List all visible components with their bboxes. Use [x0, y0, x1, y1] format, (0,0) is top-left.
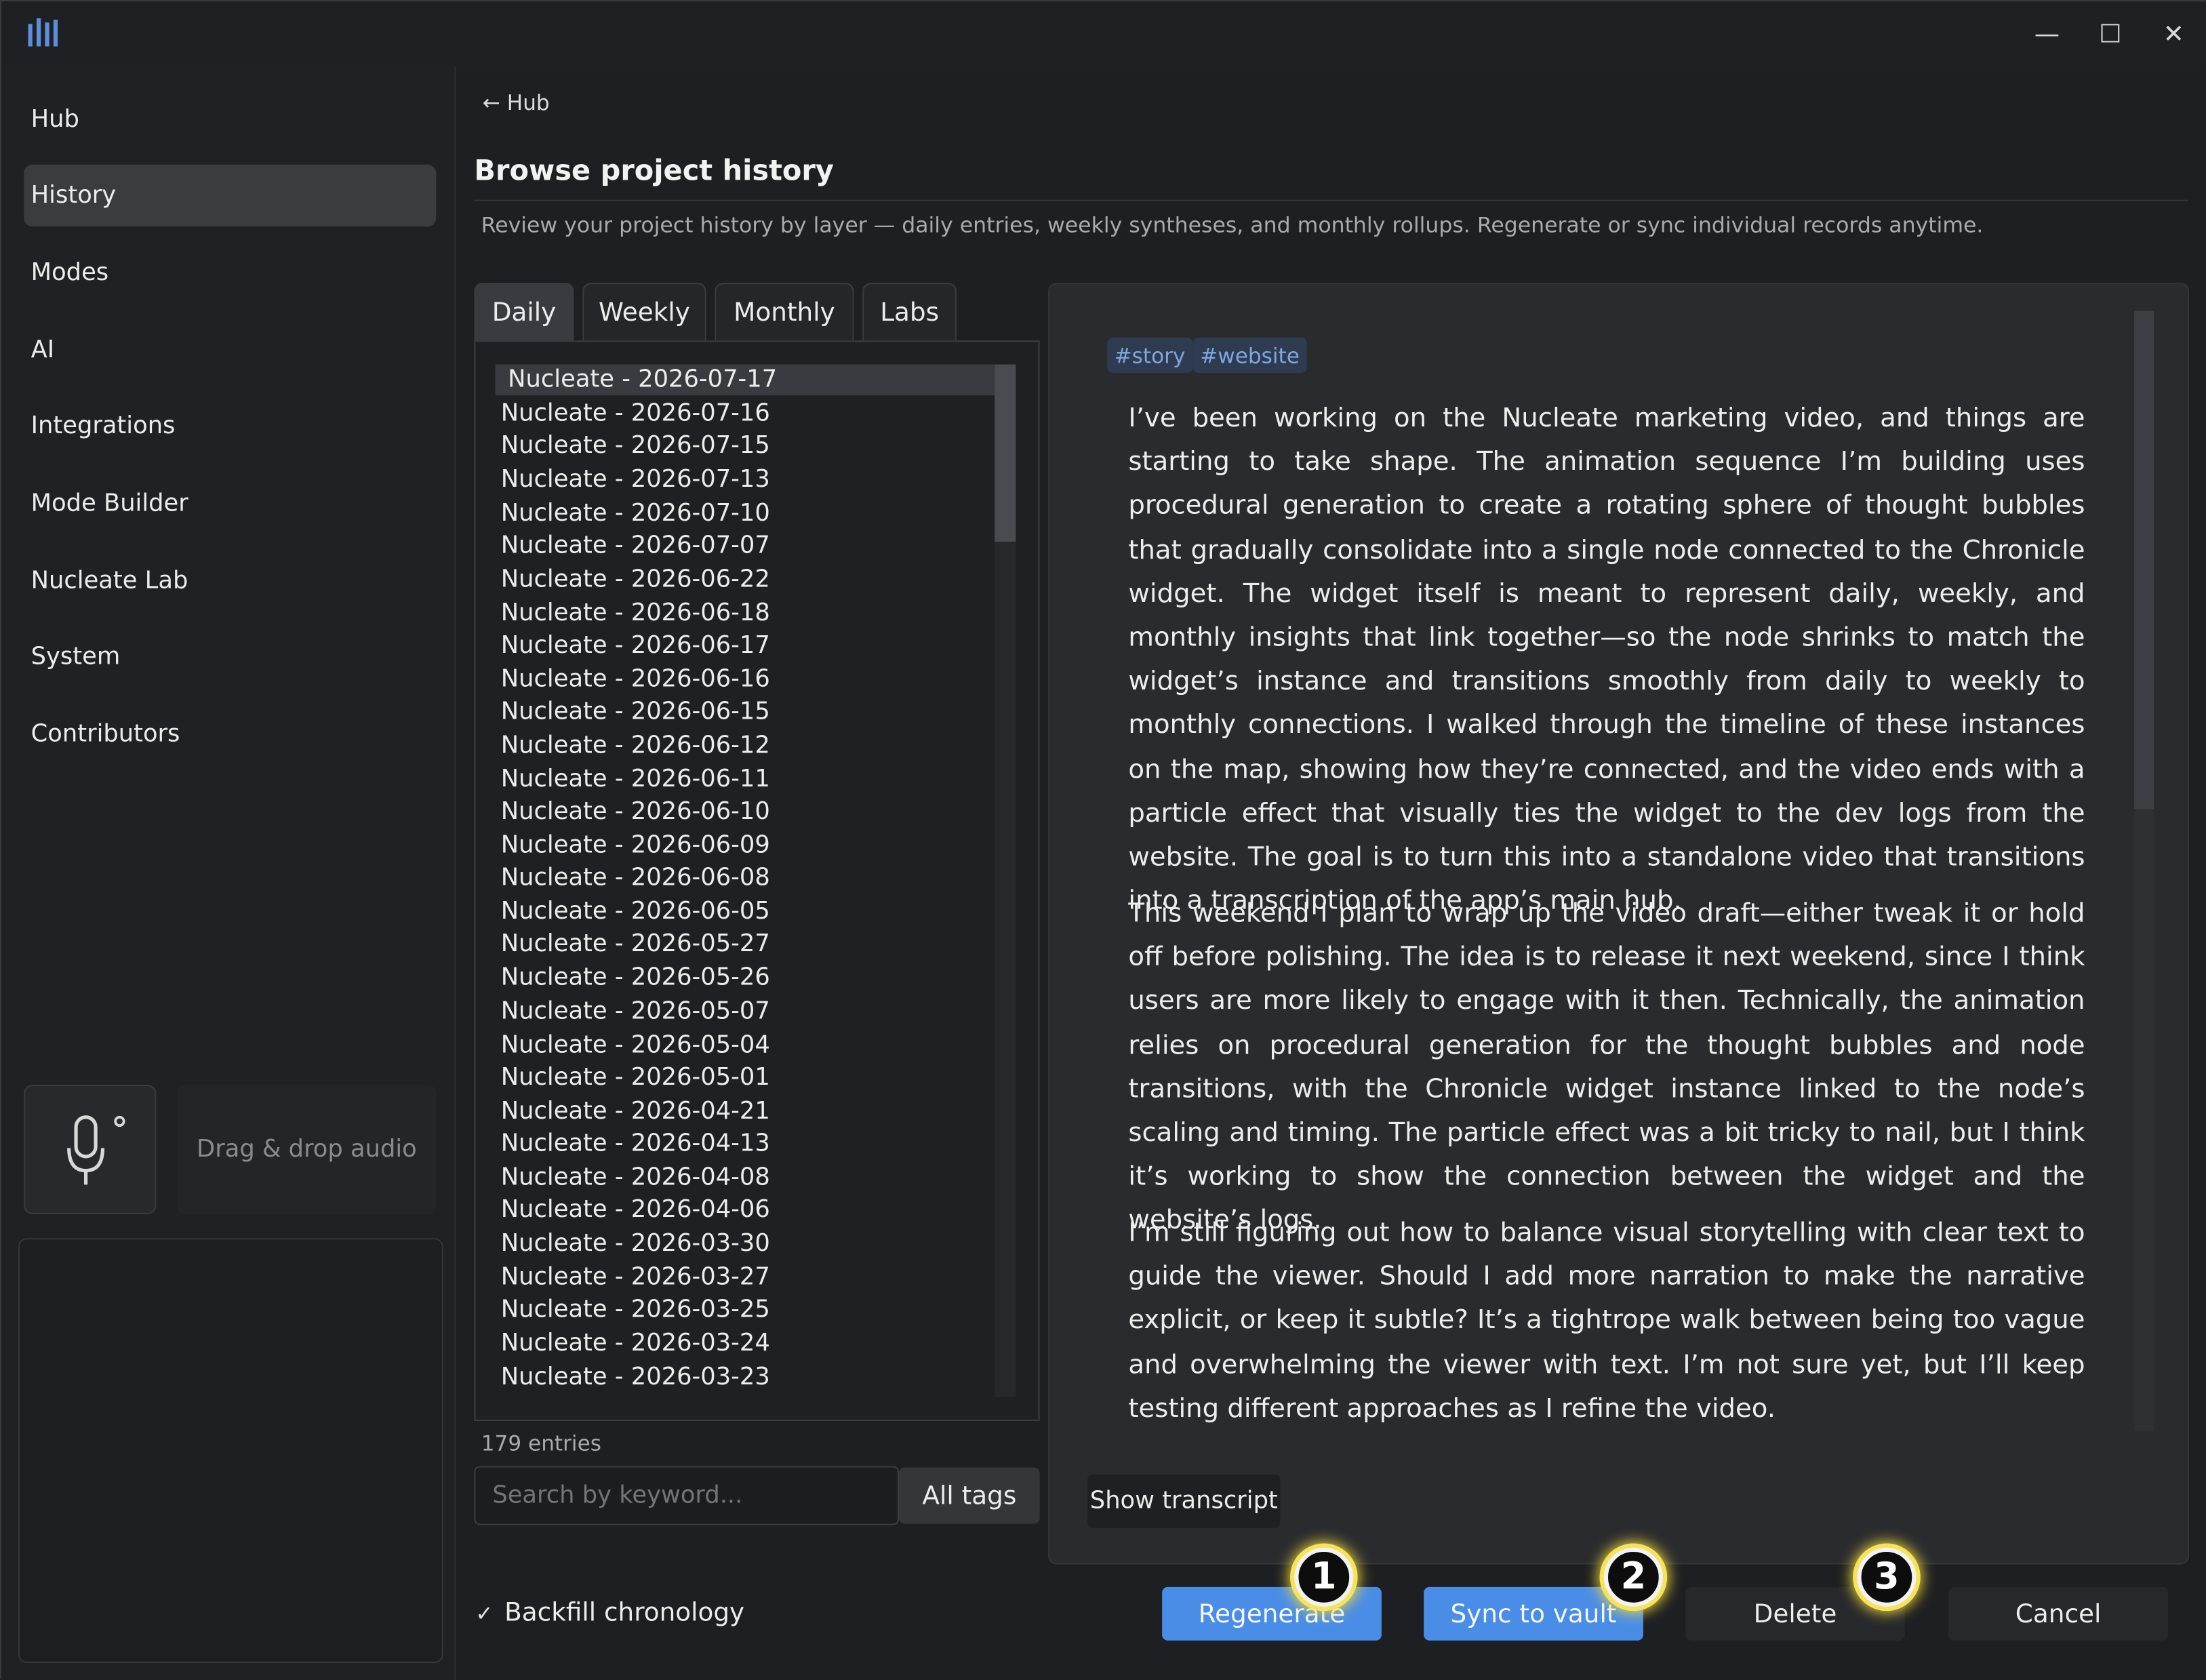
show-transcript-button[interactable]: Show transcript	[1087, 1474, 1281, 1528]
entry-list-item[interactable]: Nucleate - 2026-06-09	[501, 830, 990, 861]
sidebar-item-contributors[interactable]: Contributors	[24, 704, 436, 765]
entry-list-item[interactable]: Nucleate - 2026-04-21	[501, 1096, 990, 1127]
content-paragraph: I’m still figuring out how to balance vi…	[1128, 1218, 2085, 1424]
entry-list-item[interactable]: Nucleate - 2026-06-17	[501, 631, 990, 662]
entry-count: 179 entries	[481, 1431, 601, 1456]
entry-list-item[interactable]: Nucleate - 2026-04-06	[501, 1195, 990, 1226]
sidebar-item-label: Mode Builder	[31, 489, 188, 518]
backfill-label: Backfill chronology	[504, 1598, 745, 1628]
sidebar-item-history[interactable]: History	[24, 164, 437, 227]
entry-list-item[interactable]: Nucleate - 2026-05-04	[501, 1030, 990, 1061]
entry-list-item[interactable]: Nucleate - 2026-07-07	[501, 530, 990, 561]
sidebar-item-hub[interactable]: Hub	[24, 89, 436, 151]
page-description: Review your project history by layer — d…	[481, 212, 1984, 238]
entry-list-item[interactable]: Nucleate - 2026-07-16	[501, 398, 990, 429]
entry-list-item[interactable]: Nucleate - 2026-03-25	[501, 1294, 990, 1325]
tag-website[interactable]: #website	[1192, 338, 1307, 373]
sidebar-item-modes[interactable]: Modes	[24, 242, 436, 304]
sidebar-item-system[interactable]: System	[24, 626, 436, 687]
microphone-icon	[64, 1111, 126, 1190]
entry-list-item[interactable]: Nucleate - 2026-07-17	[495, 364, 995, 396]
entry-list-item[interactable]: Nucleate - 2026-07-15	[501, 431, 990, 462]
cancel-button[interactable]: Cancel	[1948, 1586, 2168, 1641]
sidebar-item-label: Hub	[31, 105, 79, 134]
audio-drop-zone[interactable]: Drag & drop audio	[177, 1085, 437, 1214]
backfill-checkbox[interactable]: ✓ Backfill chronology	[475, 1598, 744, 1628]
annotation-badge-1: 1	[1294, 1547, 1354, 1607]
search-input[interactable]	[474, 1466, 900, 1525]
tab-daily[interactable]: Daily	[474, 283, 574, 342]
entry-list-item[interactable]: Nucleate - 2026-05-07	[501, 996, 990, 1027]
entry-list-item[interactable]: Nucleate - 2026-06-08	[501, 862, 990, 894]
annotation-badge-3: 3	[1857, 1547, 1917, 1607]
sidebar-item-label: History	[31, 181, 117, 210]
maximize-button[interactable]: ☐	[2082, 10, 2138, 58]
content-paragraph: I’ve been working on the Nucleate market…	[1128, 403, 2085, 917]
entry-list-item[interactable]: Nucleate - 2026-05-01	[501, 1062, 990, 1094]
sidebar-item-label: Integrations	[31, 412, 176, 441]
back-link[interactable]: ← Hub	[483, 90, 550, 115]
content-paragraph: This weekend I plan to wrap up the video…	[1128, 899, 2085, 1236]
entry-list-item[interactable]: Nucleate - 2026-06-11	[501, 764, 990, 795]
entry-list-item[interactable]: Nucleate - 2026-07-10	[501, 498, 990, 529]
annotation-badge-2: 2	[1603, 1547, 1663, 1607]
content-scrollbar-thumb[interactable]	[2134, 311, 2154, 809]
minimize-button[interactable]: —	[2019, 10, 2075, 58]
close-button[interactable]: ✕	[2146, 10, 2202, 58]
entry-list-item[interactable]: Nucleate - 2026-03-23	[501, 1362, 990, 1393]
entry-list-item[interactable]: Nucleate - 2026-03-30	[501, 1228, 990, 1260]
entry-list-scrollbar-thumb[interactable]	[995, 364, 1016, 542]
tab-labs[interactable]: Labs	[862, 283, 957, 342]
entry-list-item[interactable]: Nucleate - 2026-06-15	[501, 696, 990, 727]
entry-list-item[interactable]: Nucleate - 2026-06-18	[501, 598, 990, 629]
sidebar-item-ai[interactable]: AI	[24, 319, 436, 381]
entry-list-item[interactable]: Nucleate - 2026-06-16	[501, 664, 990, 696]
regenerate-button[interactable]: Regenerate	[1162, 1586, 1382, 1641]
entry-list-item[interactable]: Nucleate - 2026-03-24	[501, 1328, 990, 1359]
record-button[interactable]	[24, 1085, 157, 1214]
sidebar-item-label: AI	[31, 336, 55, 365]
sidebar-empty-panel	[18, 1238, 443, 1663]
entry-list-item[interactable]: Nucleate - 2026-05-26	[501, 962, 990, 993]
entry-list-item[interactable]: Nucleate - 2026-06-12	[501, 730, 990, 761]
checkmark-icon: ✓	[475, 1600, 494, 1626]
entry-list-item[interactable]: Nucleate - 2026-06-05	[501, 896, 990, 927]
sidebar-item-integrations[interactable]: Integrations	[24, 395, 436, 457]
equalizer-logo-icon	[26, 16, 63, 49]
tab-monthly[interactable]: Monthly	[715, 283, 854, 342]
sidebar-item-label: Modes	[31, 258, 109, 287]
tag-story[interactable]: #story	[1107, 338, 1192, 373]
sidebar-item-mode-builder[interactable]: Mode Builder	[24, 473, 436, 534]
tab-weekly[interactable]: Weekly	[582, 283, 706, 342]
drop-zone-label: Drag & drop audio	[197, 1135, 417, 1164]
sidebar-item-nucleate-lab[interactable]: Nucleate Lab	[24, 550, 436, 612]
title-divider	[474, 199, 2188, 201]
title-bar: — ☐ ✕	[1, 1, 2206, 68]
entry-list-item[interactable]: Nucleate - 2026-07-13	[501, 464, 990, 496]
entry-list-item[interactable]: Nucleate - 2026-06-22	[501, 564, 990, 595]
tag-filter-dropdown[interactable]: All tags	[899, 1467, 1040, 1524]
entry-list-item[interactable]: Nucleate - 2026-04-08	[501, 1162, 990, 1193]
entry-list-item[interactable]: Nucleate - 2026-05-27	[501, 929, 990, 960]
sidebar-item-label: Contributors	[31, 720, 180, 749]
entry-list-item[interactable]: Nucleate - 2026-06-10	[501, 797, 990, 828]
page-title: Browse project history	[474, 153, 834, 188]
entry-list-item[interactable]: Nucleate - 2026-04-13	[501, 1128, 990, 1159]
entry-list-item[interactable]: Nucleate - 2026-03-27	[501, 1262, 990, 1293]
sidebar-item-label: System	[31, 643, 121, 671]
sidebar-item-label: Nucleate Lab	[31, 567, 188, 595]
